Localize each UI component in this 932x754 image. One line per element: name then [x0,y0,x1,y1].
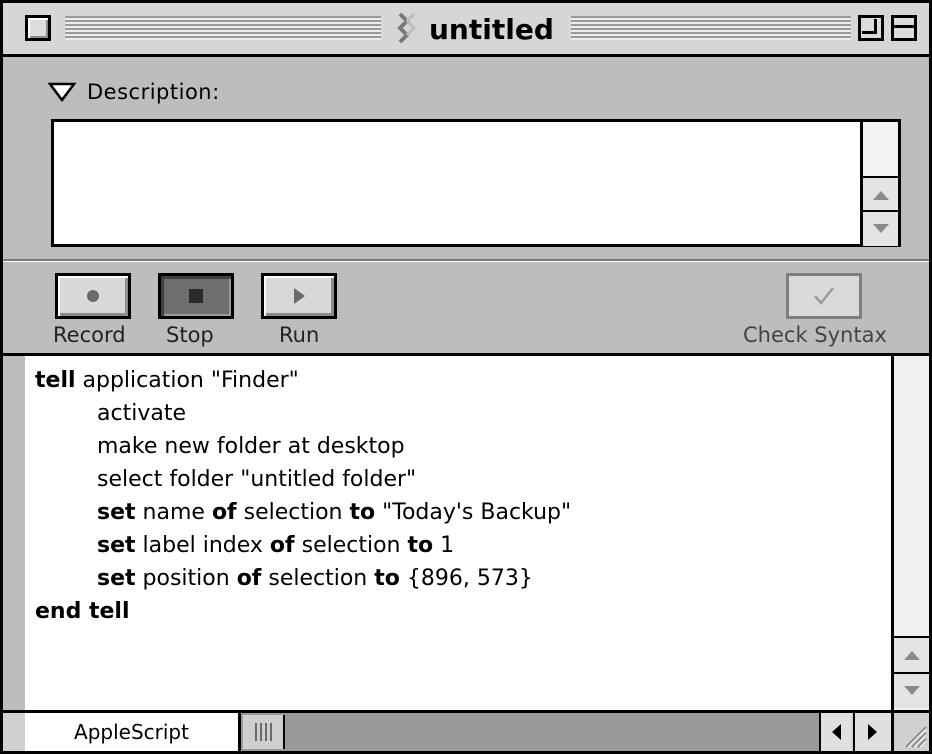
script-keyword: set [97,533,136,558]
script-keyword: tell [35,368,76,393]
script-editor-window: untitled Description: Record Stop Run Ch… [0,0,932,754]
run-button[interactable] [261,273,337,319]
collapse-box-icon[interactable] [891,15,917,41]
bottom-bar: AppleScript [3,710,929,751]
toolbar-divider [3,259,929,262]
close-box-icon[interactable] [25,15,51,41]
description-label: Description: [87,80,220,104]
script-token: {896, 573} [399,566,533,591]
title-bar-stripes-right [571,16,851,40]
script-token: selection [261,566,375,591]
resize-grip-icon[interactable] [891,713,929,751]
script-token: 1 [433,533,455,558]
script-line: tell application "Finder" [35,364,571,397]
script-keyword: end tell [35,599,130,624]
scroll-down-arrow-icon[interactable] [894,672,929,708]
run-label: Run [279,323,320,347]
script-keyword: set [97,500,136,525]
record-button[interactable] [55,273,131,319]
script-line: end tell [35,595,571,628]
window-title: untitled [429,12,554,46]
scroll-up-arrow-icon[interactable] [863,176,898,212]
stop-label: Stop [166,323,214,347]
script-keyword: of [211,500,237,525]
stop-square-icon [189,289,203,303]
script-keyword: of [269,533,295,558]
title-bar[interactable]: untitled [3,3,929,57]
script-line: select folder "untitled folder" [35,463,571,496]
scroll-up-arrow-icon[interactable] [894,636,929,672]
script-token: select folder "untitled folder" [97,467,417,492]
script-keyword: set [97,566,136,591]
check-syntax-label: Check Syntax [743,323,887,347]
script-line: set position of selection to {896, 573} [35,562,571,595]
description-scrollbar[interactable] [860,122,898,246]
script-keyword: to [407,533,434,558]
record-dot-icon [87,290,99,302]
scroll-down-arrow-icon[interactable] [863,210,898,246]
script-editor[interactable]: tell application "Finder" activate make ne… [25,356,891,710]
script-token: position [135,566,237,591]
description-header[interactable]: Description: [47,77,220,107]
zoom-box-icon[interactable] [858,15,884,41]
scroll-right-arrow-icon[interactable] [853,713,891,751]
applescript-file-icon [397,12,417,44]
script-line: set name of selection to "Today's Backup… [35,496,571,529]
scroll-left-arrow-icon[interactable] [819,713,851,751]
script-token: "Today's Backup" [375,500,572,525]
run-triangle-icon [294,288,305,304]
checkmark-icon [814,287,834,305]
script-keyword: of [236,566,262,591]
script-token: label index [135,533,270,558]
script-keyword: to [374,566,400,591]
window-title-group: untitled [383,11,562,47]
description-text[interactable] [62,128,852,238]
script-line: set label index of selection to 1 [35,529,571,562]
script-token: application "Finder" [75,368,299,393]
script-token: selection [294,533,408,558]
script-text[interactable]: tell application "Finder" activate make ne… [35,364,571,628]
check-syntax-button[interactable] [786,273,862,319]
script-line: activate [35,397,571,430]
script-token: selection [236,500,350,525]
script-vertical-scrollbar[interactable] [891,356,929,710]
script-token: make new folder at desktop [97,434,405,459]
horizontal-scrollbar[interactable] [241,713,819,751]
record-label: Record [53,323,126,347]
script-line: make new folder at desktop [35,430,571,463]
description-field[interactable] [51,119,901,247]
script-keyword: to [349,500,376,525]
script-token: name [135,500,212,525]
script-token: activate [97,401,186,426]
stop-button[interactable] [158,273,234,319]
disclosure-triangle-icon[interactable] [47,80,77,104]
language-popup[interactable]: AppleScript [25,713,241,751]
title-bar-stripes-left [65,16,381,40]
horizontal-scroll-thumb[interactable] [243,715,285,749]
